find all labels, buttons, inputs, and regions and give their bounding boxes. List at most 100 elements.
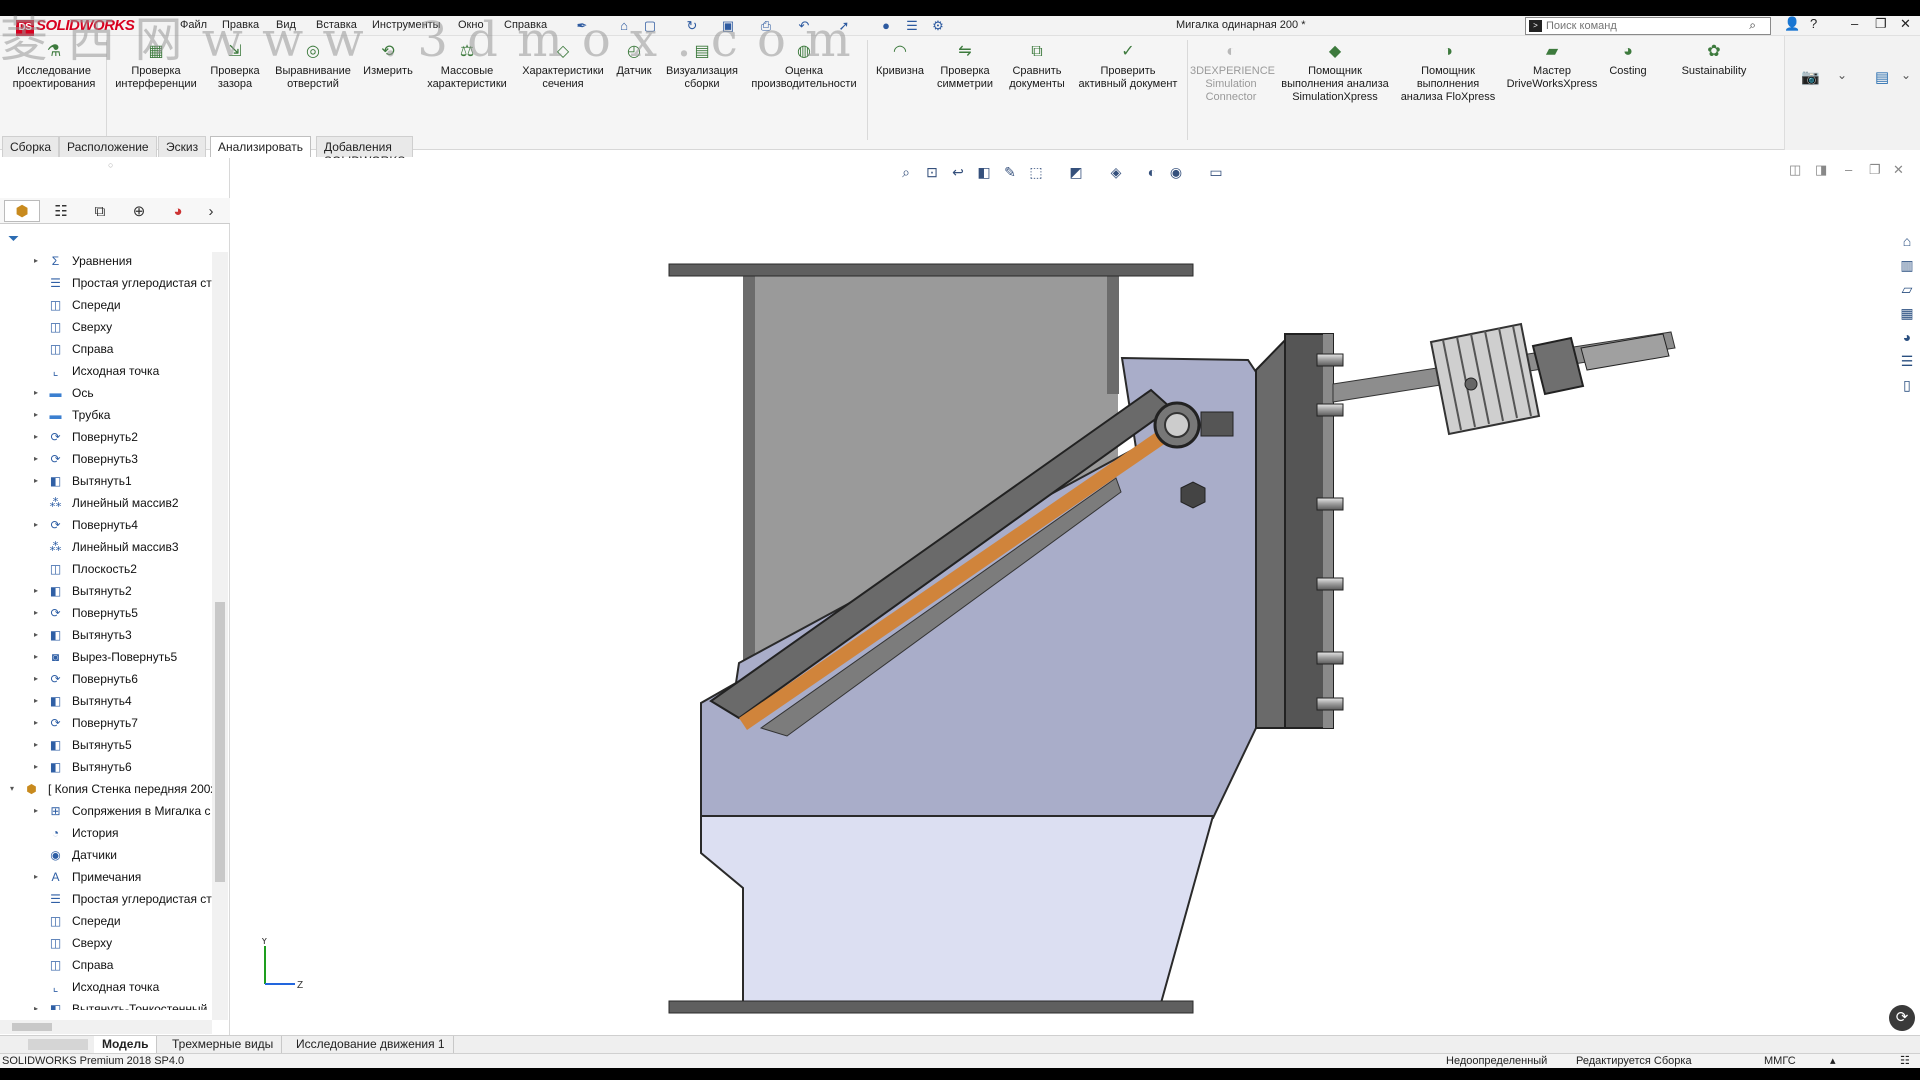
- tree-item[interactable]: ▸ ◧ Вытянуть2: [34, 580, 212, 602]
- ribbon-button-driveworksxpress[interactable]: ▰ Мастер DriveWorksXpress: [1504, 42, 1600, 91]
- ribbon-button-check-document[interactable]: ✓ Проверить активный документ: [1074, 42, 1182, 91]
- tree-vertical-scrollbar[interactable]: [212, 252, 228, 1020]
- model-view[interactable]: [231, 158, 1920, 1035]
- tree-item[interactable]: ⌞ Исходная точка: [34, 360, 212, 382]
- camera-icon[interactable]: 📷: [1801, 68, 1820, 86]
- tree-item[interactable]: ◫ Сверху: [34, 316, 212, 338]
- display-pane-icon[interactable]: ▤: [1875, 68, 1889, 86]
- expand-arrow-icon[interactable]: ▸: [34, 756, 44, 778]
- expand-arrow-icon[interactable]: ▸: [34, 624, 44, 646]
- tab-solidworks-addins[interactable]: Добавления SOLIDWORKS: [316, 136, 414, 168]
- tree-item[interactable]: ▸ A Примечания: [34, 866, 212, 888]
- expand-arrow-icon[interactable]: ▸: [34, 998, 44, 1010]
- panel-grip-icon[interactable]: ○: [108, 160, 113, 170]
- expand-arrow-icon[interactable]: ▸: [34, 690, 44, 712]
- tree-horizontal-scrollbar[interactable]: [0, 1020, 212, 1034]
- restore-icon[interactable]: ❐: [1875, 16, 1887, 32]
- tree-item[interactable]: ◫ Спереди: [34, 294, 212, 316]
- quick-tips-icon[interactable]: ☷: [1900, 1054, 1910, 1069]
- tree-item[interactable]: ◉ Датчики: [34, 844, 212, 866]
- ribbon-button-floxpress[interactable]: ◑ Помощник выполнения анализа FloXpress: [1398, 42, 1498, 104]
- expand-arrow-icon[interactable]: ▸: [34, 646, 44, 668]
- tab-motion-study[interactable]: Исследование движения 1: [288, 1036, 454, 1053]
- forum-icon[interactable]: ▯: [1898, 376, 1916, 394]
- tree-item[interactable]: ▸ ◧ Вытянуть6: [34, 756, 212, 778]
- scrollbar-thumb[interactable]: [215, 602, 225, 882]
- tree-item[interactable]: ▸ ⊞ Сопряжения в Мигалка с: [34, 800, 212, 822]
- tab-propertymanager[interactable]: ☷: [43, 200, 79, 222]
- tree-item[interactable]: ◫ Сверху: [34, 932, 212, 954]
- expand-arrow-icon[interactable]: ▸: [34, 712, 44, 734]
- tree-item[interactable]: ▸ ⟳ Повернуть7: [34, 712, 212, 734]
- tree-item[interactable]: ▸ ⟳ Повернуть4: [34, 514, 212, 536]
- design-library-icon[interactable]: ▥: [1898, 256, 1916, 274]
- tree-item[interactable]: ◫ Плоскость2: [34, 558, 212, 580]
- tree-item[interactable]: ⁂ Линейный массив3: [34, 536, 212, 558]
- expand-arrow-icon[interactable]: ▸: [34, 800, 44, 822]
- ribbon-button-curvature[interactable]: ◠ Кривизна: [872, 42, 928, 78]
- chevron-up-icon[interactable]: ▴: [1830, 1054, 1836, 1069]
- tab-evaluate[interactable]: Анализировать: [210, 136, 311, 157]
- tree-item[interactable]: ⌞ Исходная точка: [34, 976, 212, 998]
- tree-item[interactable]: ▸ ⟳ Повернуть2: [34, 426, 212, 448]
- graphics-area[interactable]: ⌕ ⊡ ↩ ◧ ✎ ⬚ ◩ ◈ ◐ ◉ ▭ ◫ ◨ – ❐ ✕ ⌂ ▥ ▱ ▦ …: [231, 158, 1920, 1035]
- ribbon-button-sustainability[interactable]: ✿ Sustainability: [1666, 42, 1762, 78]
- expand-arrow-icon[interactable]: ▸: [34, 602, 44, 624]
- tab-3d-views[interactable]: Трехмерные виды: [164, 1036, 283, 1053]
- user-icon[interactable]: 👤: [1784, 16, 1800, 32]
- tab-model[interactable]: Модель: [94, 1036, 158, 1053]
- tree-item[interactable]: ▸ ▬ Ось: [34, 382, 212, 404]
- minimize-icon[interactable]: –: [1851, 16, 1858, 31]
- ribbon-button-3dexperience[interactable]: ◐ 3DEXPERIENCE Simulation Connector: [1190, 42, 1275, 104]
- ribbon-button-costing[interactable]: ◕ Costing: [1602, 42, 1654, 78]
- collapse-arrow-icon[interactable]: ▾: [10, 778, 20, 800]
- appearances-icon[interactable]: ◕: [1898, 328, 1916, 346]
- tab-layout[interactable]: Расположение: [59, 136, 157, 157]
- tree-item[interactable]: ▸ ◧ Вытянуть5: [34, 734, 212, 756]
- ribbon-button-simulationxpress[interactable]: ◆ Помощник выполнения анализа SimulationX…: [1276, 42, 1394, 104]
- tree-item[interactable]: ◫ Справа: [34, 954, 212, 976]
- expand-arrow-icon[interactable]: ▸: [34, 250, 44, 272]
- expand-arrow-icon[interactable]: ▸: [34, 470, 44, 492]
- file-explorer-icon[interactable]: ▱: [1898, 280, 1916, 298]
- tree-item[interactable]: ▸ ⟳ Повернуть6: [34, 668, 212, 690]
- tree-item[interactable]: ◔ История: [34, 822, 212, 844]
- refresh-icon[interactable]: ⟳: [1889, 1005, 1915, 1031]
- expand-arrow-icon[interactable]: ▸: [34, 404, 44, 426]
- tree-item[interactable]: ▸ ⟳ Повернуть5: [34, 602, 212, 624]
- expand-arrow-icon[interactable]: ▸: [34, 426, 44, 448]
- tree-item[interactable]: ▸ ◧ Вытянуть4: [34, 690, 212, 712]
- expand-arrow-icon[interactable]: ▸: [34, 448, 44, 470]
- tree-item[interactable]: ⁂ Линейный массив2: [34, 492, 212, 514]
- tree-item[interactable]: ▸ ◙ Вырез-Повернуть5: [34, 646, 212, 668]
- tab-configurationmanager[interactable]: ⧉: [82, 200, 118, 222]
- expand-arrow-icon[interactable]: ▸: [34, 514, 44, 536]
- tree-item[interactable]: ▸ ▬ Трубка: [34, 404, 212, 426]
- tree-item[interactable]: ▸ ◧ Вытянуть-Тонкостенный: [34, 998, 212, 1010]
- command-search[interactable]: > ⌕: [1525, 17, 1771, 35]
- filter-icon[interactable]: ⏷: [8, 230, 19, 247]
- tab-display-manager[interactable]: ◕: [160, 200, 196, 222]
- tab-navigation-arrows[interactable]: [28, 1039, 88, 1050]
- tree-item[interactable]: ◫ Справа: [34, 338, 212, 360]
- view-palette-icon[interactable]: ▦: [1898, 304, 1916, 322]
- tab-sketch[interactable]: Эскиз: [158, 136, 207, 157]
- options-gear-icon[interactable]: ⚙: [930, 18, 946, 34]
- ribbon-button-compare-documents[interactable]: ⧉ Сравнить документы: [1006, 42, 1068, 91]
- search-icon[interactable]: ⌕: [1749, 18, 1756, 33]
- search-input[interactable]: [1546, 19, 1742, 33]
- chevron-down-icon[interactable]: ⌄: [1837, 68, 1847, 82]
- expand-arrow-icon[interactable]: ▸: [34, 382, 44, 404]
- custom-properties-icon[interactable]: ☰: [1898, 352, 1916, 370]
- scrollbar-thumb[interactable]: [12, 1023, 52, 1031]
- tree-item[interactable]: ▸ ◧ Вытянуть1: [34, 470, 212, 492]
- tab-more[interactable]: ›: [198, 200, 224, 222]
- tree-item[interactable]: ▾ ⬢ [ Копия Стенка передняя 200x: [10, 778, 212, 800]
- expand-arrow-icon[interactable]: ▸: [34, 580, 44, 602]
- tab-featuremanager[interactable]: ⬢: [4, 200, 40, 222]
- tree-item[interactable]: ▸ ◧ Вытянуть3: [34, 624, 212, 646]
- tree-item[interactable]: ☰ Простая углеродистая ст: [34, 272, 212, 294]
- help-icon[interactable]: ?: [1810, 16, 1817, 31]
- traffic-light-icon[interactable]: ●: [878, 18, 894, 34]
- unit-system[interactable]: ММГС: [1764, 1054, 1796, 1069]
